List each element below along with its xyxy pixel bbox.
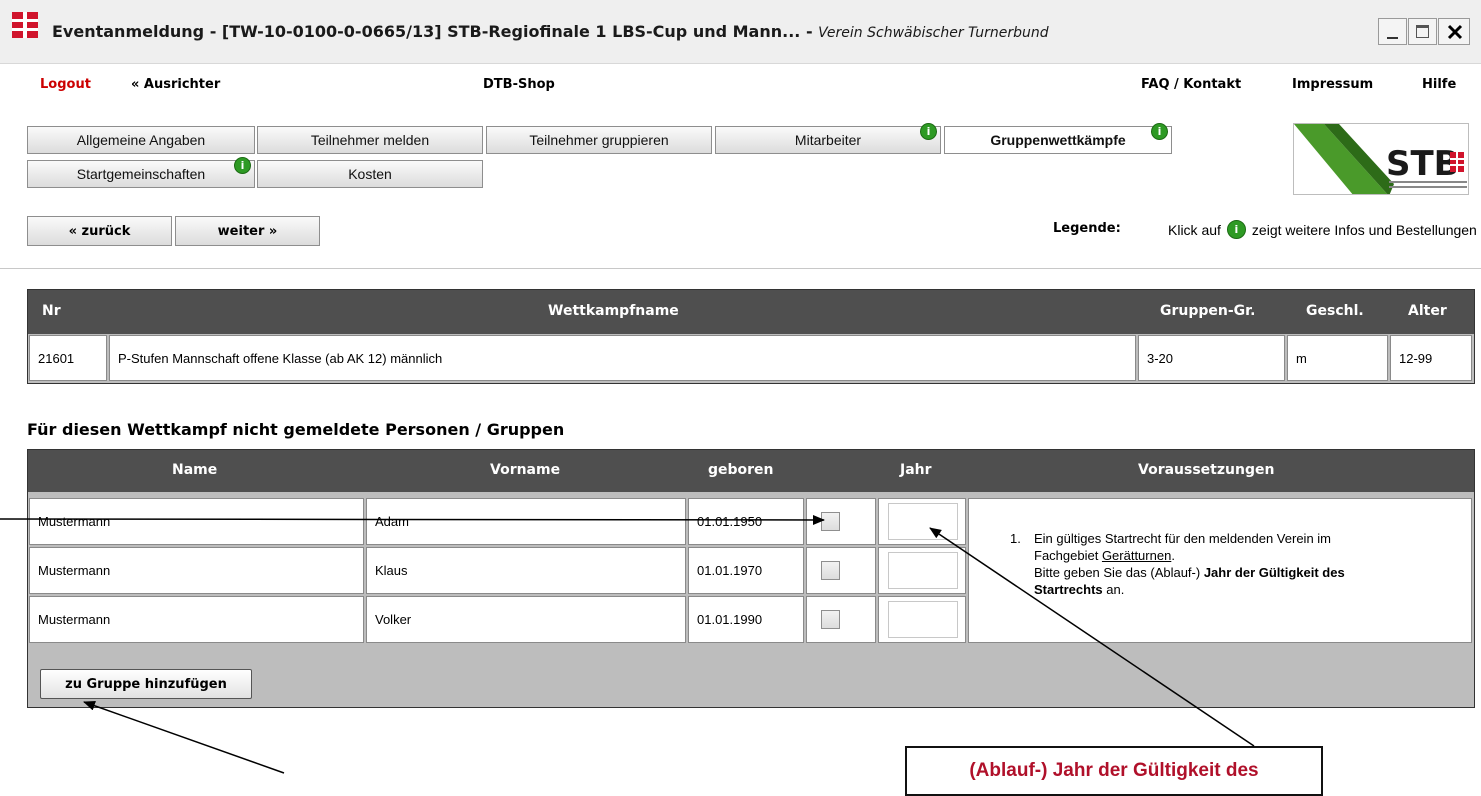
back-button[interactable]: « zurück [27,216,172,246]
minimize-icon [1387,37,1398,39]
geraetturnen-link[interactable]: Gerätturnen [1102,548,1171,563]
person-vorname: Klaus [366,547,686,594]
year-input[interactable] [888,601,958,638]
column-header-geschl: Geschl. [1306,303,1364,319]
tab-mitarbeiter[interactable]: Mitarbeiter [715,126,941,154]
person-vorname: Adam [366,498,686,545]
table-cell-checkbox [806,547,876,594]
person-name: Mustermann [29,547,364,594]
annotation-arrow-add-button [83,700,285,774]
callout-box: (Ablauf-) Jahr der Gültigkeit des [905,746,1323,796]
year-input[interactable] [888,503,958,540]
table-cell-wettkampfname: P-Stufen Mannschaft offene Klasse (ab AK… [109,335,1136,381]
column-header-jahr: Jahr [900,462,932,478]
legend-label: Legende: [1053,221,1121,236]
table-cell-nr: 21601 [29,335,107,381]
table-cell-geschl: m [1287,335,1388,381]
dtb-shop-link[interactable]: DTB-Shop [483,77,555,92]
faq-contact-link[interactable]: FAQ / Kontakt [1141,77,1241,92]
person-name: Mustermann [29,596,364,643]
close-icon [1447,24,1463,40]
person-geboren: 01.01.1990 [688,596,804,643]
tab-label: Startgemeinschaften [76,166,206,182]
info-icon: i [1226,220,1246,239]
column-header-voraussetzungen: Voraussetzungen [1138,462,1275,478]
requirement-number: 1. [1010,531,1021,546]
table-cell-year [878,547,966,594]
table-cell-year [878,596,966,643]
requirement-line-4-bold: Startrechts [1034,582,1103,597]
requirement-line-3a: Bitte geben Sie das (Ablauf-) [1034,565,1204,580]
section-title: Für diesen Wettkampf nicht gemeldete Per… [27,420,565,439]
legend-text: Klick auf i zeigt weitere Infos und Best… [1168,220,1481,239]
person-name: Mustermann [29,498,364,545]
column-header-wettkampfname: Wettkampfname [548,303,679,319]
separator [0,268,1481,269]
requirement-line-3-bold: Jahr der Gültigkeit des [1203,565,1345,580]
tab-label: Mitarbeiter [794,132,862,148]
column-header-alter: Alter [1408,303,1447,319]
table-cell-alter: 12-99 [1390,335,1472,381]
add-to-group-button[interactable]: zu Gruppe hinzufügen [40,669,252,699]
impressum-link[interactable]: Impressum [1292,77,1373,92]
window-title: Eventanmeldung - [TW-10-0100-0-0665/13] … [52,22,1049,41]
close-button[interactable] [1438,18,1470,45]
window-title-main: Eventanmeldung - [TW-10-0100-0-0665/13] … [52,22,801,41]
column-header-gruppen-gr: Gruppen-Gr. [1160,303,1256,319]
window-title-separator: - [800,22,819,41]
tab-label: Teilnehmer melden [310,132,430,148]
maximize-button[interactable] [1408,18,1437,45]
column-header-vorname: Vorname [490,462,561,478]
tab-allgemeine-angaben[interactable]: Allgemeine Angaben [27,126,255,154]
table-cell-year [878,498,966,545]
legend-text-after: zeigt weitere Infos und Bestellungen an. [1251,221,1481,238]
tab-label: Teilnehmer gruppieren [529,132,669,148]
tab-teilnehmer-melden[interactable]: Teilnehmer melden [257,126,483,154]
info-icon[interactable]: i [1151,123,1168,140]
tab-gruppenwettkaempfe[interactable]: Gruppenwettkämpfe [944,126,1172,154]
person-geboren: 01.01.1950 [688,498,804,545]
table-cell-gruppen-gr: 3-20 [1138,335,1285,381]
person-vorname: Volker [366,596,686,643]
stb-logo-text: STB [1386,144,1460,184]
requirement-line-1: Ein gültiges Startrecht für den meldende… [1034,531,1332,546]
next-button[interactable]: weiter » [175,216,320,246]
stb-logo-graphic: STB [1294,124,1467,194]
tab-label: Allgemeine Angaben [76,132,206,148]
minimize-button[interactable] [1378,18,1407,45]
column-header-geboren: geboren [708,462,774,478]
ausrichter-link[interactable]: « Ausrichter [131,77,220,92]
tab-startgemeinschaften[interactable]: Startgemeinschaften [27,160,255,188]
select-person-checkbox[interactable] [821,512,840,531]
tab-label: Gruppenwettkämpfe [990,132,1126,148]
app-logo-icon [12,12,38,38]
info-icon[interactable]: i [234,157,251,174]
maximize-icon [1416,25,1429,38]
window-title-club: Verein Schwäbischer Turnerbund [818,25,1049,41]
help-link[interactable]: Hilfe [1422,77,1456,92]
year-input[interactable] [888,552,958,589]
info-icon[interactable]: i [920,123,937,140]
tab-kosten[interactable]: Kosten [257,160,483,188]
table-cell-checkbox [806,498,876,545]
competition-table-header [28,290,1474,334]
column-header-name: Name [172,462,218,478]
logout-link[interactable]: Logout [40,77,91,92]
stb-logo: STB [1293,123,1469,195]
column-header-nr: Nr [42,303,61,319]
table-cell-checkbox [806,596,876,643]
requirement-line-2b: . [1171,548,1175,563]
legend-text-before: Klick auf [1168,221,1221,238]
tab-label: Kosten [348,166,392,182]
person-geboren: 01.01.1970 [688,547,804,594]
requirement-line-2a: Fachgebiet [1034,548,1102,563]
select-person-checkbox[interactable] [821,561,840,580]
requirement-line-4b: an. [1102,582,1125,597]
tab-teilnehmer-gruppieren[interactable]: Teilnehmer gruppieren [486,126,712,154]
select-person-checkbox[interactable] [821,610,840,629]
